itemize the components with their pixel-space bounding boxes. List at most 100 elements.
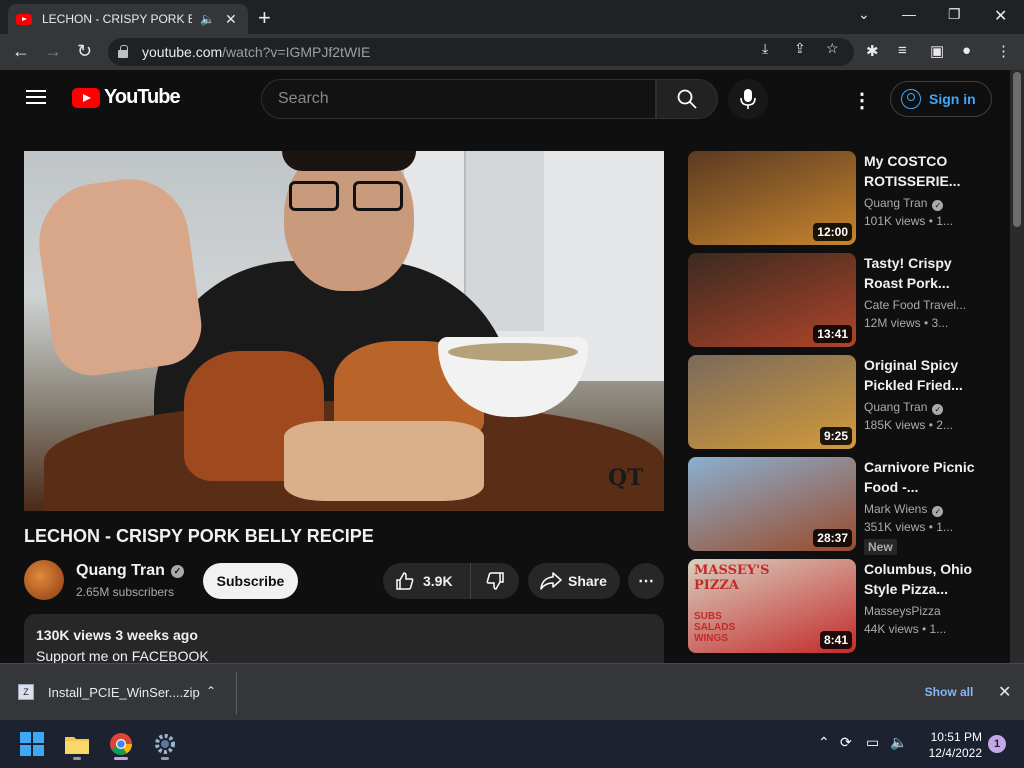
recommended-channel[interactable]: Quang Tran ✓: [864, 400, 984, 415]
recommended-video-title[interactable]: Tasty! Crispy Roast Pork...: [864, 253, 976, 293]
recommended-channel-name[interactable]: Mark Wiens: [864, 502, 927, 516]
video-thumbnail[interactable]: 13:41: [688, 253, 856, 347]
recommended-views-meta: 101K views • 1...: [864, 214, 953, 228]
recommended-video[interactable]: MASSEY'S PIZZA SUBS SALADS WINGS 8:41 Colum…: [688, 559, 988, 653]
browser-menu-icon[interactable]: ⋮: [996, 42, 1011, 60]
recommended-channel[interactable]: Mark Wiens ✓: [864, 502, 984, 517]
scrollbar-thumb[interactable]: [1013, 72, 1021, 227]
download-filename: Install_PCIE_WinSer....zip: [48, 684, 200, 700]
forward-arrow-icon[interactable]: →: [44, 41, 62, 62]
close-download-shelf-icon[interactable]: ✕: [998, 682, 1011, 702]
like-button[interactable]: 3.9K: [383, 563, 471, 599]
search-input[interactable]: [278, 90, 638, 108]
recommended-channel[interactable]: Quang Tran ✓: [864, 196, 984, 211]
recommended-channel[interactable]: MasseysPizza: [864, 604, 984, 618]
share-label: Share: [568, 573, 607, 589]
tab-close-icon[interactable]: ✕: [225, 11, 237, 28]
recommended-video-title[interactable]: Original Spicy Pickled Fried...: [864, 355, 976, 395]
page-scrollbar[interactable]: [1010, 70, 1024, 663]
new-badge: New: [864, 539, 897, 555]
recommended-video[interactable]: 28:37 Carnivore Picnic Food -... Mark Wien…: [688, 457, 988, 555]
video-player[interactable]: QT: [24, 151, 664, 511]
tab-title: LECHON - CRISPY PORK BELLY RECIPE - YouT…: [42, 12, 192, 26]
hamburger-menu-icon[interactable]: [26, 90, 46, 104]
account-circle-icon: [901, 89, 921, 109]
show-hidden-icons-chevron-icon[interactable]: ⌃: [818, 734, 830, 751]
video-thumbnail[interactable]: 9:25: [688, 355, 856, 449]
recommended-video[interactable]: 12:00 My COSTCO ROTISSERIE... Quang Tran ✓ 1…: [688, 151, 988, 245]
verified-check-icon: ✓: [932, 404, 944, 415]
minimize-icon[interactable]: —: [902, 6, 916, 22]
video-frame-head: [284, 151, 414, 291]
recommended-channel-name[interactable]: Quang Tran: [864, 196, 927, 210]
video-frame-hand: [31, 171, 207, 381]
more-actions-icon[interactable]: ⋯: [628, 563, 664, 599]
video-thumbnail[interactable]: MASSEY'S PIZZA SUBS SALADS WINGS 8:41: [688, 559, 856, 653]
search-box[interactable]: [261, 79, 656, 119]
volume-icon[interactable]: 🔈: [890, 734, 907, 751]
network-icon[interactable]: ▭: [866, 734, 879, 751]
chrome-taskbar-icon[interactable]: [105, 728, 137, 760]
dislike-button[interactable]: [471, 563, 519, 599]
chrome-logo-icon: [110, 733, 132, 755]
video-frame-fridge: [464, 151, 544, 331]
reload-icon[interactable]: ↻: [77, 41, 92, 62]
settings-gear-icon[interactable]: [149, 728, 181, 760]
recommended-views-meta: 185K views • 2...: [864, 418, 953, 432]
download-item[interactable]: Z Install_PCIE_WinSer....zip: [18, 684, 200, 700]
recommended-channel-name[interactable]: MasseysPizza: [864, 604, 941, 618]
recommended-video-title[interactable]: My COSTCO ROTISSERIE...: [864, 151, 976, 191]
channel-name[interactable]: Quang Tran ✓: [76, 562, 184, 580]
lock-icon[interactable]: [118, 45, 128, 58]
extensions-puzzle-icon[interactable]: ✱: [866, 42, 879, 60]
bookmark-star-icon[interactable]: ☆: [826, 40, 839, 57]
new-tab-button[interactable]: +: [258, 5, 271, 31]
taskbar-clock[interactable]: 10:51 PM 12/4/2022: [918, 729, 982, 761]
notification-badge[interactable]: 1: [988, 735, 1006, 753]
address-bar[interactable]: youtube.com/watch?v=IGMPJf2tWIE: [108, 38, 854, 66]
sign-in-label: Sign in: [929, 91, 976, 107]
window-close-icon[interactable]: ✕: [994, 6, 1007, 26]
recommended-channel[interactable]: Cate Food Travel...: [864, 298, 984, 312]
clock-date: 12/4/2022: [928, 746, 982, 760]
youtube-play-logo-icon: [72, 87, 100, 108]
show-all-button[interactable]: Show all: [918, 677, 980, 707]
sign-in-button[interactable]: Sign in: [890, 81, 992, 117]
video-title: LECHON - CRISPY PORK BELLY RECIPE: [24, 526, 374, 546]
subscribe-button[interactable]: Subscribe: [203, 563, 298, 599]
recommended-video-title[interactable]: Carnivore Picnic Food -...: [864, 457, 976, 497]
install-app-icon[interactable]: ⤓: [762, 40, 768, 57]
channel-watermark[interactable]: QT: [608, 465, 644, 491]
thumbs-up-icon: [396, 572, 414, 590]
recommended-video[interactable]: 13:41 Tasty! Crispy Roast Pork... Cate Foo…: [688, 253, 988, 347]
video-thumbnail[interactable]: 28:37: [688, 457, 856, 551]
youtube-logo[interactable]: YouTube: [72, 86, 181, 109]
recommended-video[interactable]: 9:25 Original Spicy Pickled Fried... Quang…: [688, 355, 988, 449]
voice-search-button[interactable]: [728, 79, 768, 119]
side-panel-icon[interactable]: ▣: [930, 42, 944, 60]
settings-kebab-icon[interactable]: ⋮: [852, 88, 872, 113]
share-page-icon[interactable]: ⇪: [794, 40, 806, 57]
sync-icon[interactable]: ⟳: [840, 734, 852, 751]
browser-tab-active[interactable]: LECHON - CRISPY PORK BELLY RECIPE - YouT…: [8, 4, 248, 34]
youtube-wordmark: YouTube: [104, 86, 181, 108]
speaker-icon[interactable]: 🔈: [200, 12, 215, 26]
zip-file-icon: Z: [18, 684, 34, 700]
back-arrow-icon[interactable]: ←: [12, 41, 30, 62]
video-thumbnail[interactable]: 12:00: [688, 151, 856, 245]
windows-start-icon[interactable]: [20, 732, 44, 756]
download-options-chevron-icon[interactable]: ⌃: [206, 684, 216, 698]
tab-search-icon[interactable]: ⌄: [858, 6, 870, 23]
file-explorer-icon[interactable]: [61, 728, 93, 760]
recommended-channel-name[interactable]: Cate Food Travel...: [864, 298, 966, 312]
media-control-icon[interactable]: ≡: [898, 42, 907, 59]
recommended-video-title[interactable]: Columbus, Ohio Style Pizza...: [864, 559, 976, 599]
share-arrow-icon: [540, 572, 562, 590]
recommended-channel-name[interactable]: Quang Tran: [864, 400, 927, 414]
restore-icon[interactable]: ❐: [948, 6, 961, 23]
profile-icon[interactable]: ●: [962, 42, 971, 59]
channel-avatar[interactable]: [24, 560, 64, 600]
search-button[interactable]: [656, 79, 718, 119]
share-button[interactable]: Share: [528, 563, 620, 599]
channel-name-text[interactable]: Quang Tran: [76, 562, 165, 579]
